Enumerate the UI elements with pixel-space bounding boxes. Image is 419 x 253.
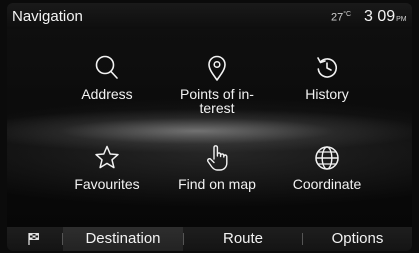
menu-label-history: History	[305, 86, 349, 102]
menu-favourites-button[interactable]: Favourites	[52, 143, 162, 203]
pointing-hand-icon	[207, 145, 228, 171]
location-pin-icon	[208, 55, 226, 81]
temperature-value: 27	[331, 11, 344, 24]
temperature-readout: 27°C	[331, 11, 351, 24]
menu-coordinate-button[interactable]: Coordinate	[272, 143, 382, 203]
tab-options[interactable]: Options	[303, 227, 412, 251]
clock: 3 09PM	[364, 8, 407, 26]
globe-icon	[315, 146, 339, 170]
menu-address-button[interactable]: Address	[52, 53, 162, 113]
search-icon	[95, 55, 118, 79]
page-title: Navigation	[12, 8, 83, 25]
status-bar: Navigation 27°C 3 09PM	[7, 3, 412, 29]
menu-label-favourites: Favourites	[74, 176, 140, 192]
menu-find-on-map-button[interactable]: Find on map	[162, 143, 272, 203]
menu-label-address: Address	[81, 86, 133, 102]
bottom-tab-bar: Destination Route Options	[7, 227, 412, 251]
navigation-screen: Navigation 27°C 3 09PM Address Points of…	[0, 0, 419, 253]
menu-points-of-interest-button[interactable]: Points of in- terest	[162, 53, 272, 116]
tab-destination[interactable]: Destination	[63, 227, 183, 251]
star-icon	[95, 145, 119, 169]
clock-ampm: PM	[396, 16, 407, 23]
history-icon	[317, 57, 338, 78]
checkered-flag-icon	[28, 233, 39, 245]
flag-button[interactable]	[11, 227, 55, 251]
clock-time: 3 09	[364, 8, 396, 25]
tab-route[interactable]: Route	[184, 227, 302, 251]
menu-label-points-of-interest: Points of in- terest	[180, 86, 254, 116]
menu-history-button[interactable]: History	[272, 53, 382, 113]
menu-label-coordinate: Coordinate	[292, 176, 362, 192]
temperature-unit: °C	[343, 11, 352, 18]
menu-label-find-on-map: Find on map	[178, 176, 256, 192]
display-frame: Navigation 27°C 3 09PM Address Points of…	[7, 3, 412, 251]
